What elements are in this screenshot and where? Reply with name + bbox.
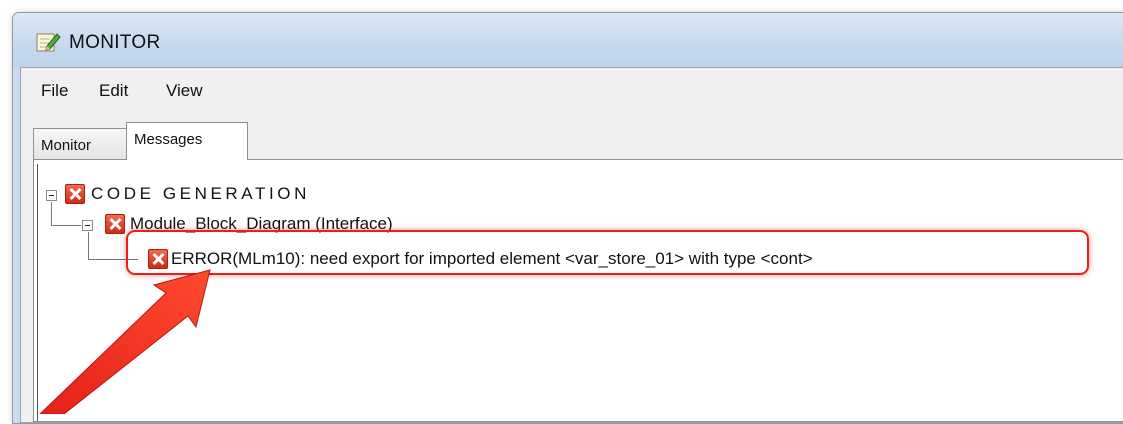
tab-messages[interactable]: Messages	[126, 122, 248, 160]
tree-view: CODE GENERATION Module_Block_Diagram (In…	[37, 164, 1123, 421]
messages-tree-panel: CODE GENERATION Module_Block_Diagram (In…	[33, 159, 1123, 422]
menu-edit[interactable]: Edit	[99, 81, 128, 101]
collapse-root-toggle[interactable]	[46, 190, 57, 201]
menu-bar: File Edit View	[21, 68, 1123, 117]
error-icon	[65, 184, 85, 204]
menu-view[interactable]: View	[166, 81, 203, 101]
title-bar[interactable]: MONITOR	[13, 13, 1123, 67]
tab-monitor[interactable]: Monitor	[33, 128, 127, 160]
error-icon	[105, 214, 125, 234]
window-title: MONITOR	[69, 32, 161, 53]
tree-node-code-generation[interactable]: CODE GENERATION	[91, 184, 310, 204]
notepad-pencil-icon	[36, 33, 61, 52]
tree-connector	[88, 232, 89, 260]
tree-connector	[51, 202, 52, 226]
tab-strip: Monitor Messages	[21, 116, 1123, 160]
menu-file[interactable]: File	[41, 81, 68, 101]
monitor-window: MONITOR File Edit View Monitor Messages …	[12, 12, 1123, 424]
tree-connector	[51, 225, 81, 226]
error-highlight-box	[126, 230, 1089, 275]
collapse-module-toggle[interactable]	[82, 220, 93, 231]
